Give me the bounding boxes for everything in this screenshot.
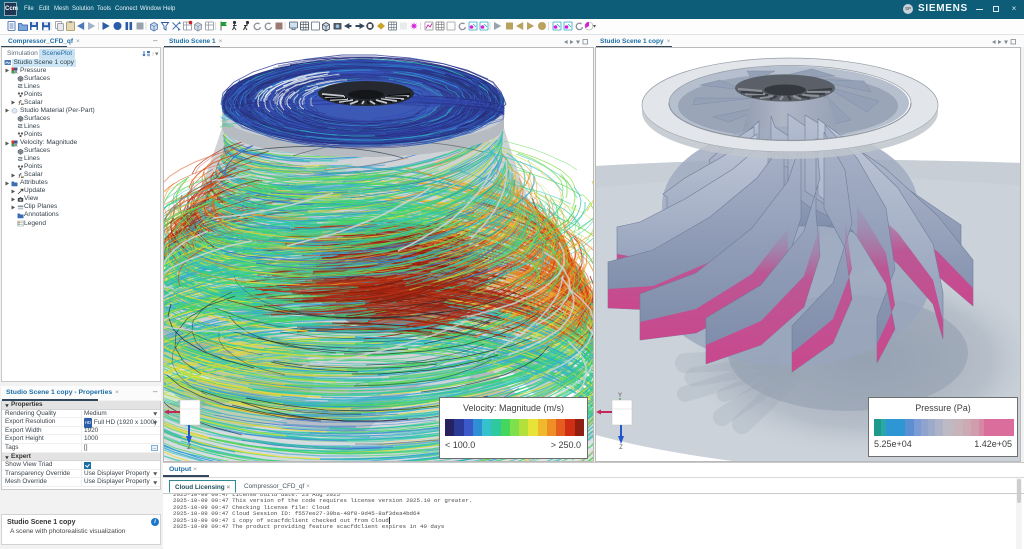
svg-text:Z: Z xyxy=(187,445,191,450)
svg-text:Z: Z xyxy=(619,445,623,450)
